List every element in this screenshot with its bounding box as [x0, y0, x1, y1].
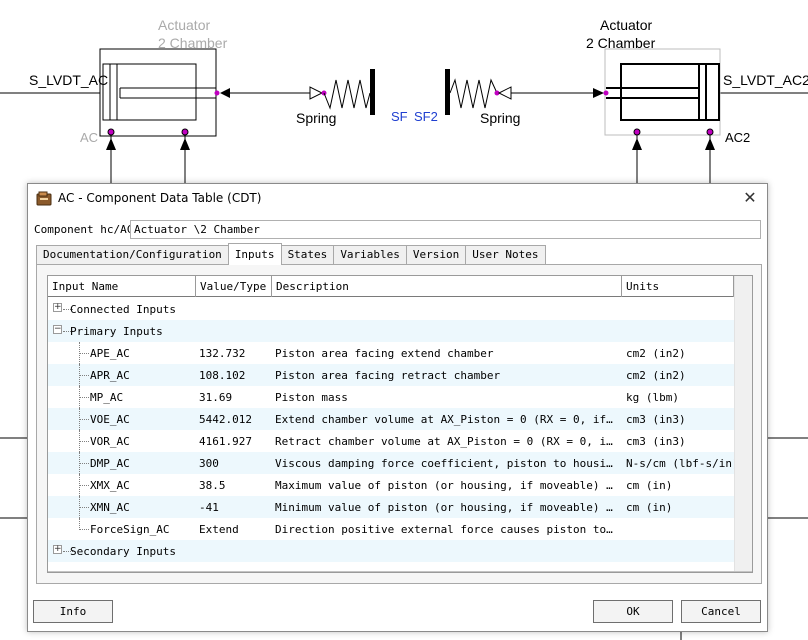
tree-connector: [79, 529, 89, 530]
tab-states[interactable]: States: [280, 245, 335, 265]
left-actuator-title-2: 2 Chamber: [158, 35, 228, 51]
sf2-label: SF2: [414, 109, 438, 124]
table-row[interactable]: MP_AC 31.69 Piston mass kg (lbm): [48, 386, 734, 408]
right-actuator-title-2: 2 Chamber: [586, 35, 656, 51]
tree-connector: [79, 463, 89, 464]
input-value[interactable]: 38.5: [199, 479, 271, 492]
dialog-titlebar[interactable]: AC - Component Data Table (CDT) ✕: [28, 184, 767, 214]
input-value[interactable]: Extend: [199, 523, 271, 536]
component-data-table-dialog: AC - Component Data Table (CDT) ✕ Compon…: [27, 183, 768, 632]
right-actuator-symbol: [603, 48, 721, 183]
input-description: Direction positive external force causes…: [275, 523, 618, 536]
info-button[interactable]: Info: [33, 600, 113, 623]
right-port-label: AC2: [725, 130, 751, 145]
input-description: Maximum value of piston (or housing, if …: [275, 479, 618, 492]
tab-version[interactable]: Version: [405, 245, 467, 265]
grid-rows: + Connected Inputs − Primary Inputs APE_…: [48, 298, 734, 562]
tree-connector: [79, 397, 89, 398]
left-port-label: AC: [80, 130, 99, 145]
input-units: cm (in): [626, 501, 673, 514]
vertical-scrollbar[interactable]: [734, 276, 752, 572]
left-actuator-title-1: Actuator: [158, 17, 211, 33]
right-actuator-title-1: Actuator: [600, 17, 653, 33]
input-units: cm3 (in3): [626, 435, 686, 448]
input-units: cm (in): [626, 479, 673, 492]
group-row-secondary[interactable]: + Secondary Inputs: [48, 540, 734, 562]
group-label-connected: Connected Inputs: [70, 303, 176, 316]
left-spring-label: Spring: [296, 110, 337, 126]
inputs-tab-panel: Input Name Value/Type Description Units …: [36, 264, 762, 584]
column-header-units[interactable]: Units: [622, 276, 734, 297]
group-label-primary: Primary Inputs: [70, 325, 163, 338]
tree-connector: [79, 419, 89, 420]
sf-label: SF: [391, 109, 408, 124]
column-header-input-name[interactable]: Input Name: [48, 276, 196, 297]
column-header-value-type[interactable]: Value/Type: [196, 276, 272, 297]
collapse-minus-icon[interactable]: −: [53, 325, 62, 334]
left-actuator-symbol: [99, 48, 310, 183]
tree-connector: [79, 441, 89, 442]
input-value[interactable]: 132.732: [199, 347, 271, 360]
expand-plus-icon[interactable]: +: [53, 545, 62, 554]
input-description: Minimum value of piston (or housing, if …: [275, 501, 618, 514]
right-signal-label: S_LVDT_AC2: [723, 72, 808, 88]
input-units: cm3 (in3): [626, 413, 686, 426]
input-value[interactable]: 108.102: [199, 369, 271, 382]
table-row[interactable]: XMN_AC -41 Minimum value of piston (or h…: [48, 496, 734, 518]
ok-button[interactable]: OK: [593, 600, 673, 623]
table-row[interactable]: DMP_AC 300 Viscous damping force coeffic…: [48, 452, 734, 474]
tree-connector: [79, 375, 89, 376]
dialog-title: AC - Component Data Table (CDT): [58, 191, 262, 205]
table-row[interactable]: XMX_AC 38.5 Maximum value of piston (or …: [48, 474, 734, 496]
left-spring-symbol: [309, 69, 375, 115]
table-row[interactable]: ForceSign_AC Extend Direction positive e…: [48, 518, 734, 540]
tab-documentation[interactable]: Documentation/Configuration: [36, 245, 229, 265]
tab-user-notes[interactable]: User Notes: [465, 245, 546, 265]
column-header-description[interactable]: Description: [272, 276, 622, 297]
tab-inputs[interactable]: Inputs: [227, 243, 282, 265]
tab-variables[interactable]: Variables: [333, 245, 407, 265]
input-value[interactable]: 5442.012: [199, 413, 271, 426]
input-value[interactable]: -41: [199, 501, 271, 514]
input-description: Piston area facing retract chamber: [275, 369, 501, 382]
input-units: cm2 (in2): [626, 369, 686, 382]
right-spring-label: Spring: [480, 110, 521, 126]
input-value[interactable]: 31.69: [199, 391, 271, 404]
cancel-button[interactable]: Cancel: [681, 600, 761, 623]
expand-plus-icon[interactable]: +: [53, 303, 62, 312]
left-signal-label: S_LVDT_AC: [29, 72, 109, 88]
inputs-grid: Input Name Value/Type Description Units …: [47, 275, 753, 573]
table-row[interactable]: APE_AC 132.732 Piston area facing extend…: [48, 342, 734, 364]
grid-bottom-edge: [48, 571, 752, 572]
component-label: Component hc/AC: [34, 223, 134, 236]
table-row[interactable]: APR_AC 108.102 Piston area facing retrac…: [48, 364, 734, 386]
app-icon: [36, 191, 52, 206]
tree-connector: [79, 485, 89, 486]
group-row-connected[interactable]: + Connected Inputs: [48, 298, 734, 320]
input-units: kg (lbm): [626, 391, 679, 404]
tree-connector: [79, 507, 89, 508]
input-units: cm2 (in2): [626, 347, 686, 360]
tab-strip: Documentation/Configuration Inputs State…: [36, 243, 546, 265]
input-description: Retract chamber volume at AX_Piston = 0 …: [275, 435, 618, 448]
input-units: N-s/cm (lbf-s/in): [626, 457, 734, 470]
input-value[interactable]: 4161.927: [199, 435, 271, 448]
group-label-secondary: Secondary Inputs: [70, 545, 176, 558]
input-description: Piston mass: [275, 391, 348, 404]
input-description: Extend chamber volume at AX_Piston = 0 (…: [275, 413, 618, 426]
input-value[interactable]: 300: [199, 457, 271, 470]
table-row[interactable]: VOE_AC 5442.012 Extend chamber volume at…: [48, 408, 734, 430]
tree-connector: [79, 353, 89, 354]
input-description: Viscous damping force coefficient, pisto…: [275, 457, 618, 470]
component-name-field[interactable]: Actuator \2 Chamber: [130, 220, 761, 239]
right-spring-symbol: [445, 69, 604, 115]
table-row[interactable]: VOR_AC 4161.927 Retract chamber volume a…: [48, 430, 734, 452]
group-row-primary[interactable]: − Primary Inputs: [48, 320, 734, 342]
close-icon[interactable]: ✕: [739, 187, 761, 209]
grid-header: Input Name Value/Type Description Units: [48, 276, 752, 297]
input-description: Piston area facing extend chamber: [275, 347, 494, 360]
